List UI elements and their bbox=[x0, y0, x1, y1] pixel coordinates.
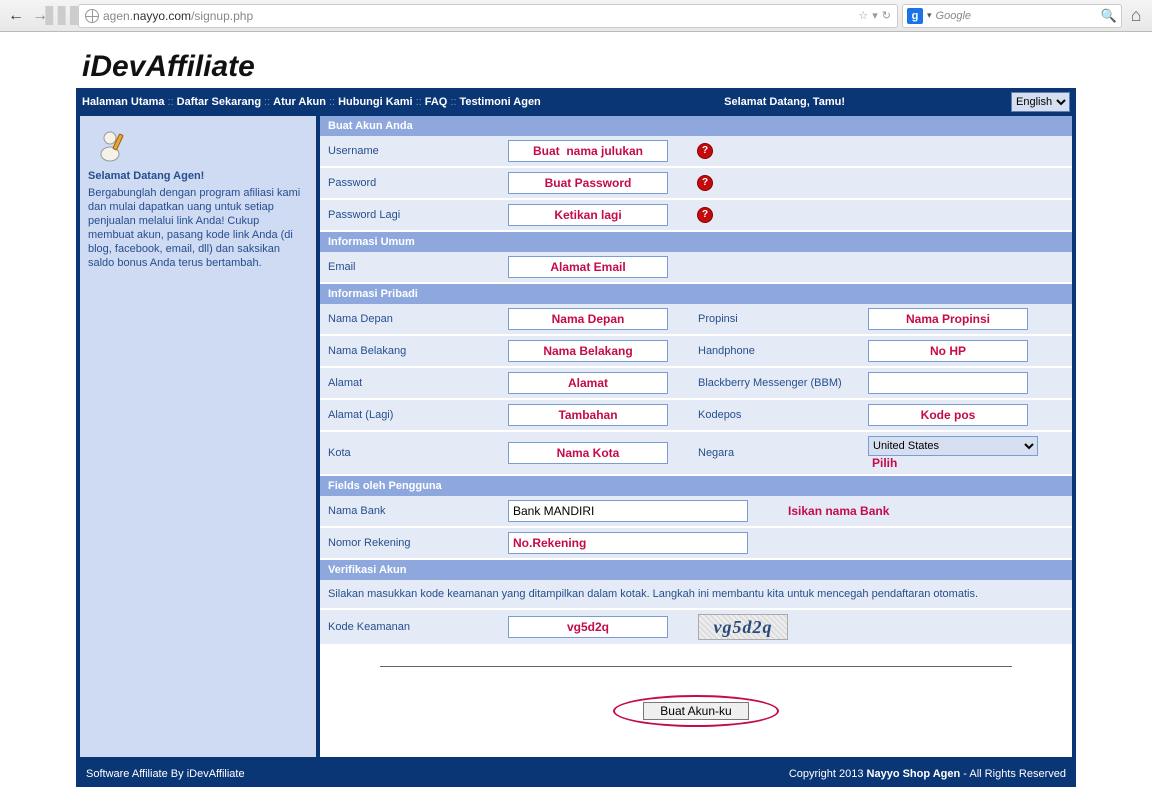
submit-highlight-circle: Buat Akun-ku bbox=[613, 695, 778, 727]
chevron-down-icon[interactable]: ▾ bbox=[927, 10, 932, 21]
nomor-rekening-input[interactable] bbox=[508, 532, 748, 554]
welcome-message: Selamat Datang, Tamu! bbox=[724, 96, 845, 108]
bookmark-icon[interactable]: ☆ bbox=[858, 9, 868, 22]
help-icon[interactable]: ? bbox=[698, 144, 712, 158]
footer-left-brand: iDevAffiliate bbox=[187, 768, 245, 780]
captcha-image: vg5d2q bbox=[698, 614, 788, 640]
nama-bank-input[interactable] bbox=[508, 500, 748, 522]
dropdown-icon[interactable]: ▾ bbox=[872, 9, 878, 22]
negara-select[interactable]: United States bbox=[868, 436, 1038, 456]
label-bbm: Blackberry Messenger (BBM) bbox=[690, 367, 860, 399]
footer-right-brand: Nayyo Shop Agen bbox=[867, 768, 961, 780]
sidebar-body: Bergabunglah dengan program afiliasi kam… bbox=[88, 186, 308, 270]
handphone-input[interactable] bbox=[868, 340, 1028, 362]
content-area: Buat Akun Anda Username ? Password ? Pas… bbox=[320, 116, 1072, 757]
buat-akun-button[interactable]: Buat Akun-ku bbox=[643, 702, 748, 720]
footer-left-prefix: Software Affiliate By bbox=[86, 768, 187, 780]
kodepos-input[interactable] bbox=[868, 404, 1028, 426]
username-input[interactable] bbox=[508, 140, 668, 162]
label-handphone: Handphone bbox=[690, 335, 860, 367]
label-username: Username bbox=[320, 136, 500, 167]
search-bar[interactable]: g ▾ Google 🔍 bbox=[902, 4, 1122, 28]
label-propinsi: Propinsi bbox=[690, 304, 860, 335]
language-select[interactable]: English bbox=[1011, 92, 1070, 112]
search-icon[interactable]: 🔍 bbox=[1101, 8, 1117, 24]
globe-icon bbox=[85, 9, 99, 23]
label-nama-bank: Nama Bank bbox=[320, 496, 500, 527]
sidebar-heading: Selamat Datang Agen! bbox=[88, 170, 308, 182]
alamat-lagi-input[interactable] bbox=[508, 404, 668, 426]
verify-instructions: Silakan masukkan kode keamanan yang dita… bbox=[320, 580, 1072, 610]
bbm-input[interactable] bbox=[868, 372, 1028, 394]
label-nama-belakang: Nama Belakang bbox=[320, 335, 500, 367]
nav-faq[interactable]: FAQ bbox=[425, 96, 448, 108]
section-fields-pengguna: Fields oleh Pengguna bbox=[320, 476, 1072, 496]
kode-keamanan-input[interactable] bbox=[508, 616, 668, 638]
label-nama-depan: Nama Depan bbox=[320, 304, 500, 335]
footer: Software Affiliate By iDevAffiliate Copy… bbox=[76, 761, 1076, 787]
browser-toolbar: ← → ▋▋▋ agen.nayyo.com/signup.php ☆ ▾ ↻ … bbox=[0, 0, 1152, 32]
password-repeat-input[interactable] bbox=[508, 204, 668, 226]
google-badge-icon: g bbox=[907, 8, 923, 24]
top-nav: Halaman Utama:: Daftar Sekarang:: Atur A… bbox=[76, 88, 1076, 116]
section-verifikasi: Verifikasi Akun bbox=[320, 560, 1072, 580]
label-alamat: Alamat bbox=[320, 367, 500, 399]
section-informasi-pribadi: Informasi Pribadi bbox=[320, 284, 1072, 304]
url-bar[interactable]: agen.nayyo.com/signup.php ☆ ▾ ↻ bbox=[78, 4, 898, 28]
submit-area: Buat Akun-ku bbox=[320, 646, 1072, 757]
search-placeholder: Google bbox=[936, 10, 1097, 22]
section-informasi-umum: Informasi Umum bbox=[320, 232, 1072, 252]
section-buat-akun: Buat Akun Anda bbox=[320, 116, 1072, 136]
label-password-lagi: Password Lagi bbox=[320, 199, 500, 231]
footer-right-suffix: - All Rights Reserved bbox=[960, 768, 1066, 780]
password-input[interactable] bbox=[508, 172, 668, 194]
label-email: Email bbox=[320, 252, 500, 283]
hint-nama-bank: Isikan nama Bank bbox=[768, 504, 889, 518]
nav-daftar-sekarang[interactable]: Daftar Sekarang bbox=[177, 96, 261, 108]
home-button[interactable]: ⌂ bbox=[1126, 6, 1146, 26]
pilih-link[interactable]: Pilih bbox=[872, 456, 897, 470]
propinsi-input[interactable] bbox=[868, 308, 1028, 330]
label-kodepos: Kodepos bbox=[690, 399, 860, 431]
user-pencil-icon bbox=[96, 128, 130, 162]
nav-atur-akun[interactable]: Atur Akun bbox=[273, 96, 326, 108]
nav-hubungi-kami[interactable]: Hubungi Kami bbox=[338, 96, 413, 108]
label-negara: Negara bbox=[690, 431, 860, 475]
footer-right-prefix: Copyright 2013 bbox=[789, 768, 867, 780]
reload-icon[interactable]: ↻ bbox=[882, 9, 891, 22]
nama-depan-input[interactable] bbox=[508, 308, 668, 330]
nav-halaman-utama[interactable]: Halaman Utama bbox=[82, 96, 165, 108]
back-button[interactable]: ← bbox=[6, 6, 26, 26]
label-nomor-rekening: Nomor Rekening bbox=[320, 527, 500, 559]
kota-input[interactable] bbox=[508, 442, 668, 464]
label-password: Password bbox=[320, 167, 500, 199]
help-icon[interactable]: ? bbox=[698, 176, 712, 190]
alamat-input[interactable] bbox=[508, 372, 668, 394]
site-logo: iDevAffiliate bbox=[76, 50, 1076, 84]
help-icon[interactable]: ? bbox=[698, 208, 712, 222]
url-text: agen.nayyo.com/signup.php bbox=[103, 9, 854, 23]
sidebar: Selamat Datang Agen! Bergabunglah dengan… bbox=[80, 116, 320, 757]
label-kota: Kota bbox=[320, 431, 500, 475]
label-alamat-lagi: Alamat (Lagi) bbox=[320, 399, 500, 431]
label-kode-keamanan: Kode Keamanan bbox=[320, 610, 500, 645]
email-input[interactable] bbox=[508, 256, 668, 278]
history-icon[interactable]: ▋▋▋ bbox=[54, 6, 74, 26]
nama-belakang-input[interactable] bbox=[508, 340, 668, 362]
nav-testimoni-agen[interactable]: Testimoni Agen bbox=[460, 96, 541, 108]
